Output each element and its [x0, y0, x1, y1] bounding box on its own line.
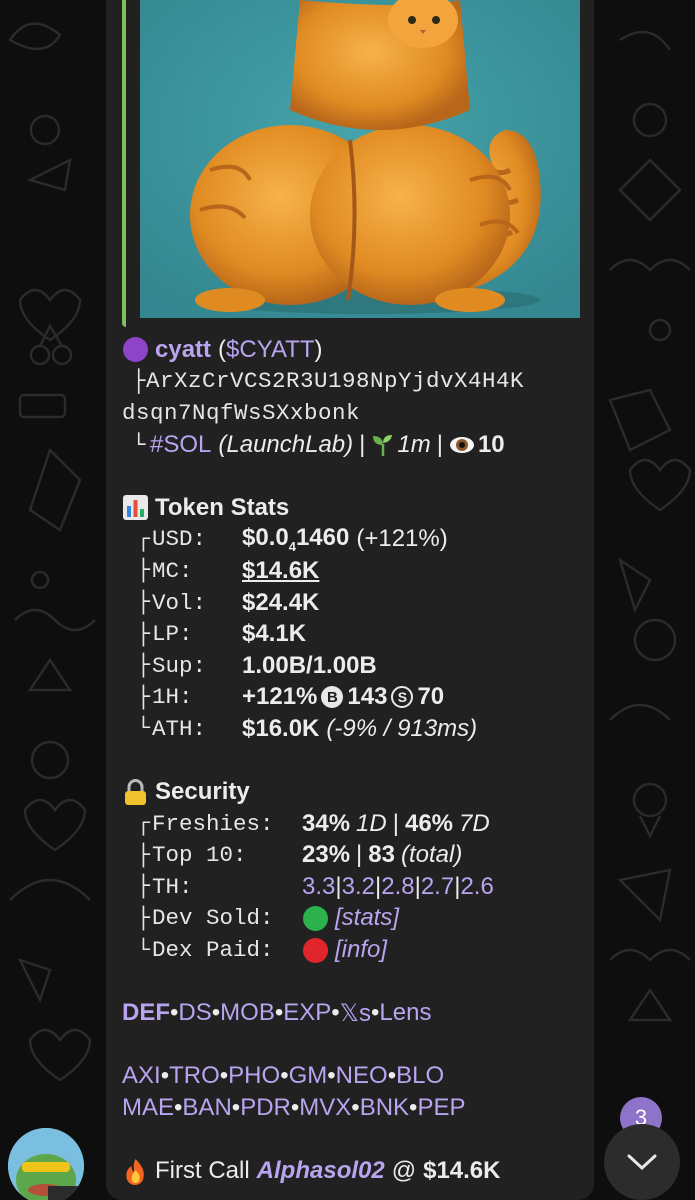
link-xs[interactable]: 𝕏s	[340, 999, 371, 1028]
1h-change: +121%	[242, 683, 318, 711]
link-axi[interactable]: AXI	[122, 1062, 161, 1090]
ticker-link[interactable]: $CYATT	[226, 336, 314, 363]
first-caller-link[interactable]: Alphasol02	[257, 1157, 385, 1185]
contract-address-line2[interactable]: dsqn7NqfWsSXxbonk	[122, 397, 586, 429]
link-ban[interactable]: BAN	[182, 1094, 231, 1122]
sec-dev-sold: ├ Dev Sold: [stats]	[136, 904, 400, 932]
stat-usd: ┌ USD: $0.041460 (+121%)	[136, 524, 448, 555]
supply-value: 1.00B/1.00B	[242, 651, 377, 679]
th-value-4[interactable]: 2.7	[421, 873, 454, 901]
link-neo[interactable]: NEO	[336, 1062, 388, 1090]
link-mvx[interactable]: MVX	[299, 1094, 351, 1122]
token-name-link[interactable]: cyatt	[155, 336, 211, 364]
green-circle-icon	[302, 905, 329, 932]
link-exp[interactable]: EXP	[283, 999, 331, 1027]
link-pep[interactable]: PEP	[417, 1094, 465, 1122]
link-tro[interactable]: TRO	[169, 1062, 220, 1090]
ath-value: $16.0K	[242, 714, 320, 742]
token-image[interactable]	[122, 0, 584, 327]
stat-mc: ├ MC: $14.6K	[136, 556, 320, 585]
link-blo[interactable]: BLO	[396, 1062, 444, 1090]
chain-info-line: └ #SOL (LaunchLab) | 1m | 10	[131, 430, 505, 459]
links-row-2: AXI • TRO • PHO • GM • NEO • BLO	[122, 1062, 445, 1090]
liquidity-value: $4.1K	[242, 620, 307, 648]
sec-top10: ├ Top 10: 23% | 83 (total)	[136, 841, 463, 869]
red-circle-icon	[302, 937, 329, 964]
fire-icon	[122, 1158, 149, 1185]
view-count: 10	[477, 430, 505, 458]
link-mae[interactable]: MAE	[122, 1094, 174, 1122]
token-stats-header: Token Stats	[122, 492, 586, 524]
link-pho[interactable]: PHO	[228, 1062, 280, 1090]
eye-icon	[449, 433, 475, 457]
sec-freshies: ┌ Freshies: 34% 1D | 46% 7D	[136, 809, 490, 837]
dev-sold-stats-link[interactable]: [stats]	[335, 904, 399, 932]
stat-1h: ├ 1H: +121% B 143 S 70	[136, 683, 445, 711]
token-alert-message: cyatt ($CYATT) ├ ArXzCrVCS2R3U198NpYjdvX4…	[122, 334, 586, 1187]
first-call-value: $14.6K	[423, 1157, 501, 1185]
dex-paid-info-link[interactable]: [info]	[335, 936, 387, 964]
th-value-2[interactable]: 3.2	[342, 873, 375, 901]
link-def[interactable]: DEF	[122, 999, 170, 1027]
1h-buys: 143	[347, 683, 388, 711]
purple-circle-icon	[122, 336, 149, 363]
launchpad-label: (LaunchLab)	[218, 430, 354, 458]
buys-icon: B	[321, 686, 344, 709]
stat-supply: ├ Sup: 1.00B/1.00B	[136, 651, 377, 679]
usd-change: (+121%)	[356, 525, 448, 553]
token-age: 1m	[397, 430, 431, 458]
token-ticker: ($CYATT)	[218, 335, 323, 363]
sender-avatar[interactable]	[8, 1128, 84, 1200]
1h-sells: 70	[417, 683, 445, 711]
volume-value: $24.4K	[242, 588, 320, 616]
security-header: Security	[122, 776, 586, 808]
th-value-1[interactable]: 3.3	[302, 873, 335, 901]
seedling-icon	[371, 433, 395, 457]
sec-dex-paid: └ Dex Paid: [info]	[136, 936, 388, 964]
chevron-down-icon	[627, 1154, 657, 1171]
link-pdr[interactable]: PDR	[240, 1094, 291, 1122]
stat-lp: ├ LP: $4.1K	[136, 620, 307, 648]
stat-ath: └ ATH: $16.0K (-9% / 913ms)	[136, 714, 478, 742]
market-cap-value[interactable]: $14.6K	[242, 557, 319, 585]
link-mob[interactable]: MOB	[220, 999, 275, 1027]
usd-price: $0.041460	[242, 524, 350, 555]
security-title: Security	[155, 778, 250, 806]
lock-icon	[122, 778, 149, 806]
orange-cat-image	[140, 0, 580, 318]
token-title-line: cyatt ($CYATT)	[122, 334, 586, 366]
th-value-3[interactable]: 2.8	[381, 873, 414, 901]
sells-icon: S	[391, 686, 414, 709]
scroll-down-button[interactable]	[604, 1124, 680, 1200]
link-lens[interactable]: Lens	[379, 999, 431, 1027]
links-row-3: MAE • BAN • PDR • MVX • BNK • PEP	[122, 1094, 466, 1122]
ath-note: (-9% / 913ms)	[326, 714, 478, 742]
stat-vol: ├ Vol: $24.4K	[136, 588, 320, 616]
link-ds[interactable]: DS	[178, 999, 211, 1027]
first-call-line: First Call Alphasol02 @ $14.6K	[122, 1155, 586, 1187]
contract-address-line1[interactable]: ├ ArXzCrVCS2R3U198NpYjdvX4H4K	[122, 366, 586, 398]
sec-th: ├ TH: 3.3 | 3.2 | 2.8 | 2.7 | 2.6	[136, 872, 494, 901]
link-bnk[interactable]: BNK	[360, 1094, 409, 1122]
links-row-1: DEF • DS • MOB • EXP • 𝕏s • Lens	[122, 999, 432, 1028]
link-gm[interactable]: GM	[289, 1062, 328, 1090]
bar-chart-icon	[122, 494, 149, 521]
token-stats-title: Token Stats	[155, 493, 290, 521]
th-value-5[interactable]: 2.6	[460, 873, 493, 901]
first-call-label: First Call	[155, 1157, 250, 1185]
chain-hashtag[interactable]: #SOL	[150, 431, 211, 459]
